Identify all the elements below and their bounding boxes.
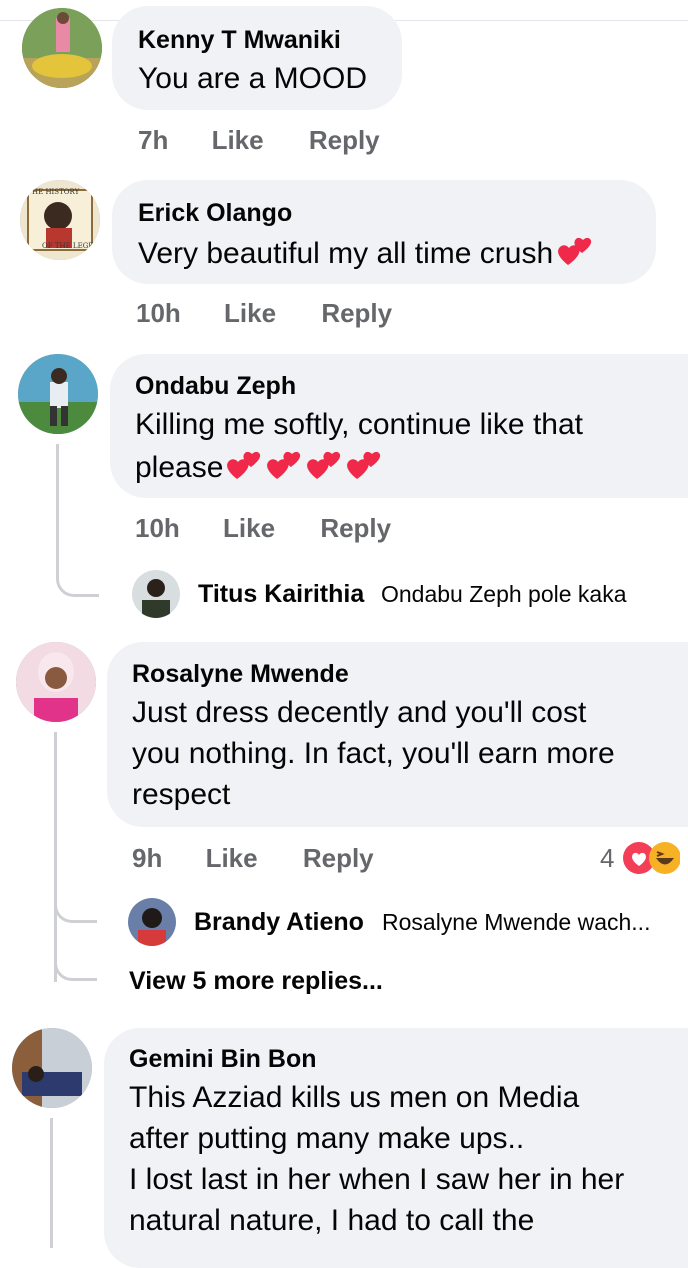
avatar[interactable] bbox=[22, 8, 102, 88]
reply-author[interactable]: Titus Kairithia bbox=[198, 580, 364, 609]
comment-text-line: I lost last in her when I saw her in her bbox=[129, 1163, 625, 1196]
like-button[interactable]: Like bbox=[223, 513, 275, 544]
thread-connector bbox=[56, 444, 99, 597]
comment-author[interactable]: Ondabu Zeph bbox=[135, 372, 296, 401]
comment-author[interactable]: Kenny T Mwaniki bbox=[138, 26, 341, 55]
comment-actions: 9h Like Reply bbox=[132, 843, 374, 874]
comment-author[interactable]: Erick Olango bbox=[138, 199, 292, 228]
comment-time[interactable]: 9h bbox=[132, 843, 162, 874]
comment-text: Very beautiful my all time crush bbox=[138, 231, 594, 274]
comment-text-line: Killing me softly, continue like that bbox=[135, 408, 583, 441]
comment-text-line: natural nature, I had to call the bbox=[129, 1204, 535, 1237]
comment-text: This Azziad kills us men on Media after … bbox=[129, 1077, 624, 1241]
view-more-replies-button[interactable]: View 5 more replies... bbox=[129, 967, 383, 996]
comment-actions: 7h Like Reply bbox=[138, 125, 380, 156]
comment-text-line: after putting many make ups.. bbox=[129, 1122, 525, 1155]
reply-button[interactable]: Reply bbox=[303, 843, 374, 874]
comment-time[interactable]: 10h bbox=[136, 298, 181, 329]
comment-text-line: respect bbox=[132, 778, 231, 811]
reply-preview[interactable]: Brandy Atieno Rosalyne Mwende wach... bbox=[128, 898, 684, 948]
avatar[interactable] bbox=[18, 354, 98, 434]
thread-connector bbox=[54, 860, 97, 923]
reply-button[interactable]: Reply bbox=[309, 125, 380, 156]
reply-author[interactable]: Brandy Atieno bbox=[194, 908, 364, 937]
reaction-count: 4 bbox=[600, 843, 615, 873]
comment-text-line: please bbox=[135, 451, 224, 484]
avatar[interactable] bbox=[128, 898, 176, 946]
avatar[interactable] bbox=[132, 570, 180, 618]
haha-reaction-icon bbox=[648, 842, 681, 874]
comment-text: Just dress decently and you'll cost you … bbox=[132, 692, 615, 815]
comment-author[interactable]: Rosalyne Mwende bbox=[132, 660, 349, 689]
reply-button[interactable]: Reply bbox=[320, 513, 391, 544]
thread-connector bbox=[54, 930, 97, 981]
comment-author[interactable]: Gemini Bin Bon bbox=[129, 1045, 317, 1074]
comment-text-line: This Azziad kills us men on Media bbox=[129, 1081, 580, 1114]
avatar[interactable] bbox=[12, 1028, 92, 1108]
comment-text-line: Just dress decently and you'll cost bbox=[132, 696, 587, 729]
svg-text:HE HISTORY: HE HISTORY bbox=[32, 188, 80, 196]
reply-button[interactable]: Reply bbox=[321, 298, 392, 329]
comment-text-line: you nothing. In fact, you'll earn more bbox=[132, 737, 615, 770]
avatar[interactable] bbox=[16, 642, 96, 722]
comment-text-content: Very beautiful my all time crush bbox=[138, 237, 554, 270]
comment-text: Killing me softly, continue like that pl… bbox=[135, 404, 583, 488]
reply-preview[interactable]: Titus Kairithia Ondabu Zeph pole kaka bbox=[132, 570, 672, 620]
hearts-emoji-icon bbox=[227, 451, 381, 479]
like-button[interactable]: Like bbox=[212, 125, 264, 156]
comment-time[interactable]: 10h bbox=[135, 513, 180, 544]
reaction-summary[interactable]: 4 bbox=[600, 841, 681, 875]
hearts-emoji-icon bbox=[558, 237, 592, 265]
reply-text: Ondabu Zeph pole kaka bbox=[381, 581, 627, 607]
comment-actions: 10h Like Reply bbox=[135, 513, 391, 544]
avatar[interactable]: HE HISTORY OF THE LEGEND bbox=[20, 180, 100, 260]
like-button[interactable]: Like bbox=[224, 298, 276, 329]
comment-text: You are a MOOD bbox=[138, 62, 367, 95]
like-button[interactable]: Like bbox=[206, 843, 258, 874]
thread-line bbox=[50, 1118, 53, 1248]
comment-time[interactable]: 7h bbox=[138, 125, 168, 156]
svg-text:OF THE LEGEND: OF THE LEGEND bbox=[42, 242, 100, 250]
comment-actions: 10h Like Reply bbox=[136, 298, 392, 329]
reply-text: Rosalyne Mwende wach... bbox=[382, 909, 651, 935]
